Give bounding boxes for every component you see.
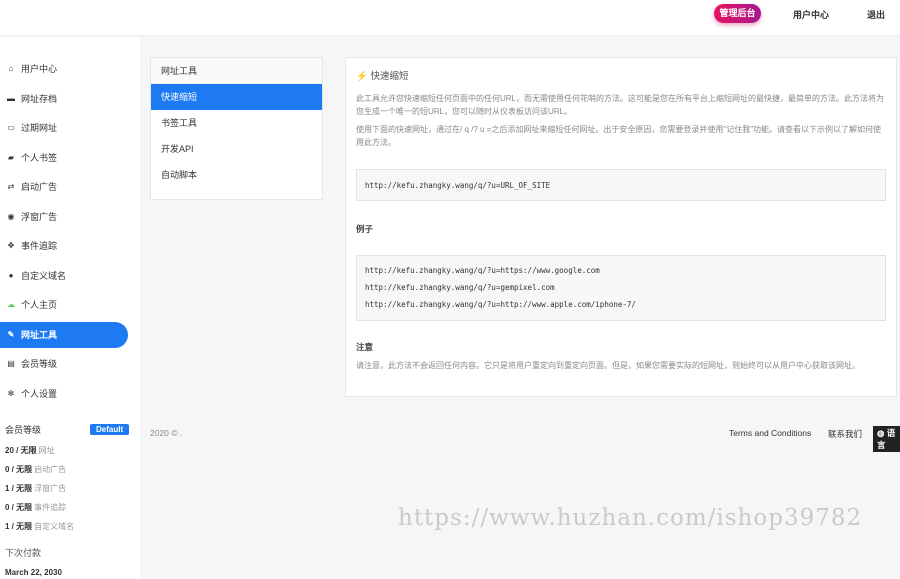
copyright: 2020 © . [150, 428, 183, 438]
sidebar-item[interactable]: ⌂ 用户中心 [0, 56, 128, 82]
sidebar-item[interactable]: ✻ 个人设置 [0, 381, 128, 407]
membership-stat: 1 / 无限 浮窗广告 [5, 484, 67, 493]
contact-link[interactable]: 联系我们 [828, 428, 862, 440]
content-card: ⚡ 快速缩短 此工具允许您快速缩短任何页面中的任何URL，而无需使用任何花哨的方… [345, 57, 897, 397]
top-bar: 管理后台 用户中心 退出 [0, 0, 900, 36]
membership-stat: 0 / 无限 启动广告 [5, 465, 67, 474]
cloud-icon: ☁ [7, 300, 15, 309]
language-button[interactable]: ◍ 语言 [873, 426, 900, 452]
note-title: 注意 [356, 342, 374, 352]
sidebar-item[interactable]: ◉ 浮窗广告 [0, 204, 128, 230]
bolt-icon: ⚡ [356, 71, 368, 82]
sidebar-item[interactable]: ▭ 过期网址 [0, 115, 128, 141]
card-icon: ▤ [7, 359, 15, 368]
home-icon: ⌂ [8, 64, 14, 73]
membership-stat: 1 / 无限 自定义域名 [5, 522, 75, 531]
sidebar-item[interactable]: ☁ 个人主页 [0, 292, 128, 318]
folder-icon: ▰ [7, 152, 15, 162]
next-payment-label: 下次付款 [5, 548, 42, 558]
wrench-icon: ✎ [7, 329, 15, 339]
quick-url-code[interactable]: http://kefu.zhangky.wang/q/?u=URL_OF_SIT… [356, 169, 886, 201]
exchange-icon: ⇄ [7, 182, 15, 191]
calendar-icon: ▭ [7, 123, 15, 132]
globe-icon: ◍ [877, 428, 885, 438]
submenu-item-api[interactable]: 开发API [151, 136, 322, 162]
example-line: http://kefu.zhangky.wang/q/?u=http://www… [365, 300, 636, 309]
example-title: 例子 [356, 224, 374, 234]
sidebar: ⌂ 用户中心 ▬ 网址存档 ▭ 过期网址 ▰ 个人书签 ⇄ 启动广告 ◉ 浮窗广告 ✥ 事件追踪 ● 自定义域… [0, 37, 140, 579]
submenu-item-script[interactable]: 自动脚本 [151, 162, 322, 188]
briefcase-icon: ▬ [7, 93, 15, 103]
example-line: http://kefu.zhangky.wang/q/?u=gempixel.c… [365, 283, 555, 292]
sidebar-item[interactable]: ▬ 网址存档 [0, 86, 128, 112]
submenu-title: 网址工具 [151, 58, 322, 84]
next-payment-date: March 22, 2030 [5, 568, 62, 577]
intro-text: 此工具允许您快速缩短任何页面中的任何URL，而无需使用任何花哨的方法。这可能是您… [356, 94, 884, 116]
admin-button[interactable]: 管理后台 [714, 4, 761, 23]
membership-title: 会员等级 [5, 425, 42, 435]
target-icon: ◉ [7, 211, 15, 221]
sidebar-item[interactable]: ✥ 事件追踪 [0, 233, 128, 259]
membership-stat: 20 / 无限 网址 [5, 446, 55, 455]
sidebar-item[interactable]: ▤ 会员等级 [0, 351, 128, 377]
content-title: ⚡ 快速缩短 [356, 71, 409, 82]
sidebar-item[interactable]: ✎ 网址工具 [0, 321, 128, 348]
sidebar-item[interactable]: ● 自定义域名 [0, 263, 128, 289]
membership-stat: 0 / 无限 事件追踪 [5, 503, 67, 512]
example-line: http://kefu.zhangky.wang/q/?u=https://ww… [365, 266, 600, 275]
globe-icon: ● [8, 270, 14, 280]
sidebar-item[interactable]: ⇄ 启动广告 [0, 174, 128, 200]
submenu-item-bookmarklet[interactable]: 书签工具 [151, 110, 322, 136]
membership-badge: Default [90, 424, 130, 435]
submenu-item-quick-shorten[interactable]: 快速缩短 [151, 84, 322, 110]
watermark: https://www.huzhan.com/ishop39782 [398, 505, 863, 531]
submenu: 网址工具 快速缩短 书签工具 开发API 自动脚本 [150, 57, 323, 200]
examples-code[interactable]: http://kefu.zhangky.wang/q/?u=https://ww… [356, 255, 886, 321]
user-center-link[interactable]: 用户中心 [793, 8, 829, 21]
gear-icon: ✻ [7, 388, 15, 398]
terms-link[interactable]: Terms and Conditions [729, 428, 811, 438]
note-text: 请注意，此方法不会返回任何内容。它只是将用户重定向到重定向页面。但是，如果您需要… [356, 361, 860, 370]
usage-text: 使用下面的快速网址，通过在/ q /? u =之后添加网址来缩短任何网址。出于安… [356, 125, 882, 147]
logout-link[interactable]: 退出 [867, 8, 885, 21]
crosshair-icon: ✥ [7, 241, 15, 250]
sidebar-item[interactable]: ▰ 个人书签 [0, 145, 128, 171]
